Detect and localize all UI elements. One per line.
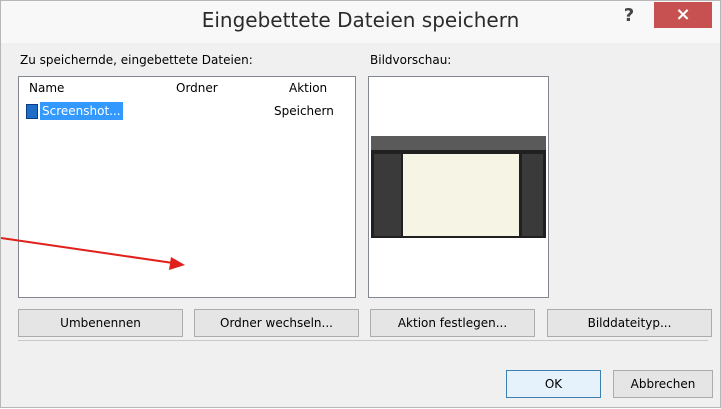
annotation-arrow-icon (1, 237, 185, 270)
save-embedded-files-dialog: Eingebettete Dateien speichern ? × Zu sp… (0, 0, 721, 408)
